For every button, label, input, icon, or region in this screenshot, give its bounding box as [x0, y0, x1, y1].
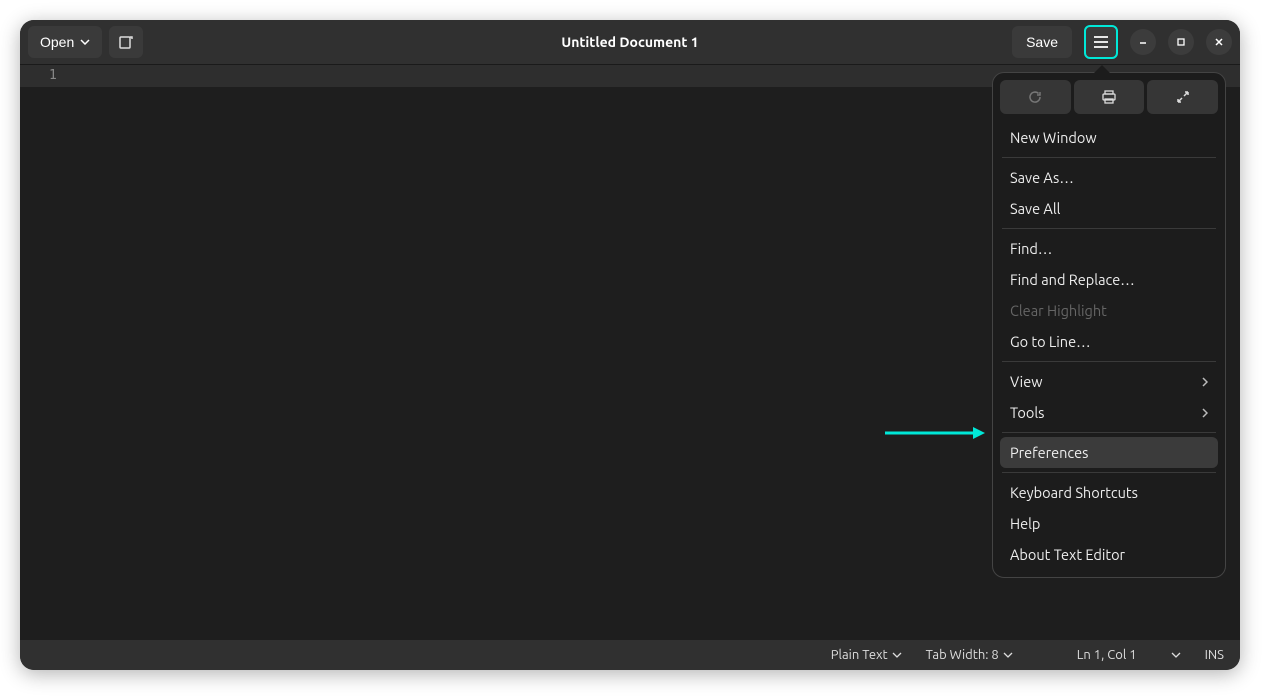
- menu-keyboard-shortcuts[interactable]: Keyboard Shortcuts: [1000, 477, 1218, 508]
- menu-save-as[interactable]: Save As…: [1000, 162, 1218, 193]
- menu-view[interactable]: View: [1000, 366, 1218, 397]
- menu-separator: [1002, 228, 1216, 229]
- menu-new-window[interactable]: New Window: [1000, 122, 1218, 153]
- menu-find-replace[interactable]: Find and Replace…: [1000, 264, 1218, 295]
- reload-button: [1000, 80, 1071, 114]
- right-controls: Save: [1012, 25, 1232, 59]
- hamburger-icon: [1093, 35, 1109, 49]
- print-button[interactable]: [1074, 80, 1145, 114]
- minimize-button[interactable]: [1130, 29, 1156, 55]
- fullscreen-icon: [1175, 89, 1191, 105]
- menu-preferences[interactable]: Preferences: [1000, 437, 1218, 468]
- reload-icon: [1027, 89, 1043, 105]
- window-title: Untitled Document 1: [561, 34, 698, 50]
- maximize-icon: [1176, 37, 1186, 47]
- titlebar: Open Untitled Document 1 Save: [20, 20, 1240, 65]
- menu-tools-label: Tools: [1010, 404, 1044, 421]
- close-icon: [1214, 37, 1224, 47]
- menu-go-to-line[interactable]: Go to Line…: [1000, 326, 1218, 357]
- menu-clear-highlight: Clear Highlight: [1000, 295, 1218, 326]
- position-label: Ln 1, Col 1: [1077, 648, 1137, 662]
- print-icon: [1101, 89, 1117, 105]
- menu-separator: [1002, 432, 1216, 433]
- save-button[interactable]: Save: [1012, 26, 1072, 58]
- menu-help[interactable]: Help: [1000, 508, 1218, 539]
- insert-mode: INS: [1205, 648, 1224, 662]
- chevron-right-icon: [1202, 408, 1208, 418]
- menu-save-all[interactable]: Save All: [1000, 193, 1218, 224]
- open-button[interactable]: Open: [28, 26, 102, 58]
- language-label: Plain Text: [831, 648, 888, 662]
- close-button[interactable]: [1206, 29, 1232, 55]
- language-selector[interactable]: Plain Text: [831, 648, 902, 662]
- chevron-right-icon: [1202, 377, 1208, 387]
- chevron-down-icon: [1003, 652, 1013, 658]
- chevron-down-icon: [80, 39, 90, 45]
- tab-width-label: Tab Width: 8: [926, 648, 999, 662]
- cursor-position[interactable]: Ln 1, Col 1: [1077, 648, 1181, 662]
- open-label: Open: [40, 34, 74, 50]
- new-tab-icon: [118, 34, 134, 50]
- minimize-icon: [1138, 37, 1148, 47]
- menu-separator: [1002, 157, 1216, 158]
- menu-find[interactable]: Find…: [1000, 233, 1218, 264]
- menu-icon-row: [1000, 80, 1218, 114]
- menu-separator: [1002, 361, 1216, 362]
- popup-arrow: [1094, 65, 1110, 73]
- menu-tools[interactable]: Tools: [1000, 397, 1218, 428]
- fullscreen-button[interactable]: [1147, 80, 1218, 114]
- hamburger-menu-button[interactable]: [1084, 25, 1118, 59]
- maximize-button[interactable]: [1168, 29, 1194, 55]
- tab-width-selector[interactable]: Tab Width: 8: [926, 648, 1013, 662]
- new-tab-button[interactable]: [109, 26, 143, 58]
- statusbar: Plain Text Tab Width: 8 Ln 1, Col 1 INS: [20, 640, 1240, 670]
- window-controls: [1130, 29, 1232, 55]
- line-number: 1: [49, 68, 57, 83]
- chevron-down-icon: [892, 652, 902, 658]
- menu-about[interactable]: About Text Editor: [1000, 539, 1218, 570]
- menu-separator: [1002, 472, 1216, 473]
- menu-view-label: View: [1010, 373, 1042, 390]
- hamburger-menu-popup: New Window Save As… Save All Find… Find …: [992, 72, 1226, 578]
- editor-window: Open Untitled Document 1 Save: [20, 20, 1240, 670]
- annotation-arrow: [885, 423, 985, 443]
- chevron-down-icon: [1171, 652, 1181, 658]
